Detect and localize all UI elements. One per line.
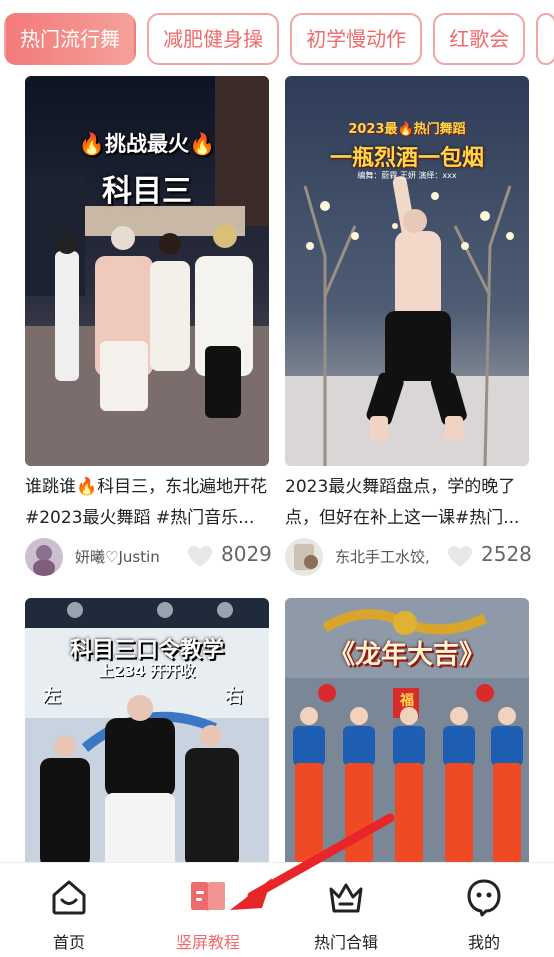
bottom-nav: 首页 竖屏教程 热门合辑 我的 xyxy=(0,862,554,957)
nav-profile-label: 我的 xyxy=(467,933,500,952)
nav-profile[interactable]: 我的 xyxy=(424,863,544,957)
video-thumbnail[interactable]: 科目三口令教学 上234 开开收 左 右 xyxy=(25,598,269,862)
heart-icon[interactable] xyxy=(447,545,473,569)
video-thumbnail[interactable]: 2023最🔥热门舞蹈 一瓶烈酒一包烟 编舞：蔚霖 王妍 演绎：xxx xyxy=(285,76,529,466)
overlay-fu-character: 福 xyxy=(400,693,414,709)
nav-home[interactable]: 首页 xyxy=(9,863,129,957)
tab-red-songs[interactable]: 红歌会 xyxy=(433,13,526,65)
video-card[interactable]: 🔥挑战最火🔥 科目三 谁跳谁🔥科目三，东北遍地开花#2023最火舞蹈 #热门音乐… xyxy=(25,76,272,576)
book-icon xyxy=(188,877,228,917)
video-meta: 妍曦♡Justin 8029 xyxy=(25,538,272,576)
category-tabs: 热门流行舞 减肥健身操 初学慢动作 红歌会 xyxy=(0,0,554,76)
tab-beginner-slow[interactable]: 初学慢动作 xyxy=(290,13,423,65)
overlay-subtitle: 科目三 xyxy=(102,174,192,209)
nav-hot-collections[interactable]: 热门合辑 xyxy=(286,863,406,957)
video-thumbnail[interactable]: 🔥挑战最火🔥 科目三 xyxy=(25,76,269,466)
home-icon xyxy=(49,877,89,917)
author-name[interactable]: 妍曦♡Justin xyxy=(75,546,160,567)
nav-vertical-tutorial-label: 竖屏教程 xyxy=(175,933,240,952)
overlay-left-label: 左 xyxy=(43,686,61,707)
video-feed: 🔥挑战最火🔥 科目三 谁跳谁🔥科目三，东北遍地开花#2023最火舞蹈 #热门音乐… xyxy=(0,76,554,862)
video-card[interactable]: 2023最🔥热门舞蹈 一瓶烈酒一包烟 编舞：蔚霖 王妍 演绎：xxx 2023最… xyxy=(285,76,532,576)
overlay-title: 《龙年大吉》 xyxy=(328,640,485,670)
video-caption[interactable]: 2023最火舞蹈盘点，学的晚了点，但好在补上这一课#热门... xyxy=(285,472,529,534)
overlay-credit: 编舞：蔚霖 王妍 演绎：xxx xyxy=(357,171,457,180)
tab-hot-dance[interactable]: 热门流行舞 xyxy=(4,13,136,65)
avatar[interactable] xyxy=(285,538,323,576)
overlay-subtitle: 一瓶烈酒一包烟 xyxy=(329,146,484,171)
video-card[interactable]: 科目三口令教学 上234 开开收 左 右 xyxy=(25,598,269,862)
overlay-subtitle: 上234 开开收 xyxy=(98,662,196,680)
overlay-right-label: 右 xyxy=(225,686,243,707)
nav-home-label: 首页 xyxy=(52,933,85,952)
heart-icon[interactable] xyxy=(187,545,213,569)
crown-icon xyxy=(326,877,366,917)
video-meta: 东北手工水饺, 2528 xyxy=(285,538,532,576)
like-count: 8029 xyxy=(221,542,272,566)
video-thumbnail[interactable]: 《龙年大吉》 福 xyxy=(285,598,529,862)
author-name[interactable]: 东北手工水饺, xyxy=(335,546,430,567)
nav-vertical-tutorial[interactable]: 竖屏教程 xyxy=(148,863,268,957)
overlay-title: 🔥挑战最火🔥 xyxy=(78,132,216,156)
video-card[interactable]: 《龙年大吉》 福 xyxy=(285,598,529,862)
nav-hot-collections-label: 热门合辑 xyxy=(313,933,378,952)
overlay-title: 2023最🔥热门舞蹈 xyxy=(348,122,466,137)
avatar[interactable] xyxy=(25,538,63,576)
profile-icon xyxy=(464,877,504,917)
tab-fitness[interactable]: 减肥健身操 xyxy=(147,13,280,65)
like-count: 2528 xyxy=(481,542,532,566)
video-caption[interactable]: 谁跳谁🔥科目三，东北遍地开花#2023最火舞蹈 #热门音乐... xyxy=(25,472,269,534)
tab-more[interactable] xyxy=(536,13,554,65)
